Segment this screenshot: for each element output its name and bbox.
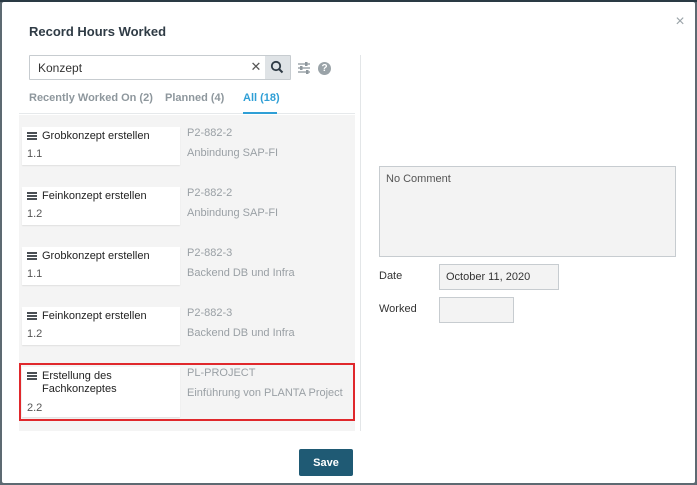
project-code: P2-882-3 (187, 247, 233, 259)
record-hours-dialog: Record Hours Worked × ✕ ? Recently Worke… (2, 2, 695, 483)
project-name: Anbindung SAP-FI (187, 207, 279, 219)
list-item[interactable]: Feinkonzept erstellen 1.2 P2-882-2 Anbin… (19, 183, 355, 241)
project-name: Anbindung SAP-FI (187, 147, 279, 159)
task-card: Erstellung des Fachkonzeptes 2.2 (22, 367, 180, 417)
task-icon (27, 312, 37, 321)
task-title: Erstellung des Fachkonzeptes (42, 370, 117, 395)
task-card: Grobkonzept erstellen 1.1 (22, 247, 180, 285)
project-code: P2-882-3 (187, 307, 233, 319)
task-title: Grobkonzept erstellen (42, 130, 150, 142)
project-code: PL-PROJECT (187, 367, 256, 379)
project-name: Backend DB und Infra (187, 267, 295, 279)
task-card: Grobkonzept erstellen 1.1 (22, 127, 180, 165)
worked-label: Worked (379, 303, 417, 315)
panel-divider (360, 55, 361, 431)
project-code: P2-882-2 (187, 127, 233, 139)
task-wbs: 1.2 (27, 208, 43, 220)
search-input[interactable] (30, 56, 240, 79)
project-code: P2-882-2 (187, 187, 233, 199)
list-item-selected[interactable]: Erstellung des Fachkonzeptes 2.2 PL-PROJ… (19, 363, 355, 421)
task-list: Grobkonzept erstellen 1.1 P2-882-2 Anbin… (19, 115, 355, 431)
search-button[interactable] (265, 56, 290, 79)
clear-search-icon[interactable]: ✕ (248, 59, 264, 75)
task-card: Feinkonzept erstellen 1.2 (22, 187, 180, 225)
search-icon (270, 60, 284, 74)
project-name: Einführung von PLANTA Project (187, 387, 343, 399)
task-wbs: 1.2 (27, 328, 43, 340)
task-wbs: 1.1 (27, 268, 43, 280)
task-icon (27, 192, 37, 201)
dialog-title: Record Hours Worked (29, 24, 167, 39)
close-icon[interactable]: × (672, 14, 688, 30)
date-label: Date (379, 270, 403, 282)
task-wbs: 2.2 (27, 402, 43, 414)
task-icon (27, 372, 37, 381)
help-icon[interactable]: ? (318, 62, 331, 75)
task-title: Grobkonzept erstellen (42, 250, 150, 262)
tab-all[interactable]: All (18) (243, 92, 280, 104)
task-title: Feinkonzept erstellen (42, 190, 147, 202)
date-field[interactable] (439, 264, 559, 290)
tab-bar: Recently Worked On (2) Planned (4) All (… (19, 84, 355, 114)
sliders-icon[interactable] (297, 61, 311, 75)
task-icon (27, 252, 37, 261)
save-button[interactable]: Save (299, 449, 353, 476)
list-item[interactable]: Feinkonzept erstellen 1.2 P2-882-3 Backe… (19, 303, 355, 361)
list-item[interactable]: Grobkonzept erstellen 1.1 P2-882-2 Anbin… (19, 123, 355, 181)
tab-planned[interactable]: Planned (4) (165, 92, 224, 104)
tab-recently-worked[interactable]: Recently Worked On (2) (29, 92, 153, 104)
worked-field[interactable] (439, 297, 514, 323)
list-item[interactable]: Grobkonzept erstellen 1.1 P2-882-3 Backe… (19, 243, 355, 301)
task-wbs: 1.1 (27, 148, 43, 160)
task-title: Feinkonzept erstellen (42, 310, 147, 322)
search-box: ✕ (29, 55, 291, 80)
comment-field[interactable]: No Comment (379, 166, 676, 257)
task-card: Feinkonzept erstellen 1.2 (22, 307, 180, 345)
project-name: Backend DB und Infra (187, 327, 295, 339)
task-icon (27, 132, 37, 141)
active-tab-indicator (243, 112, 277, 114)
